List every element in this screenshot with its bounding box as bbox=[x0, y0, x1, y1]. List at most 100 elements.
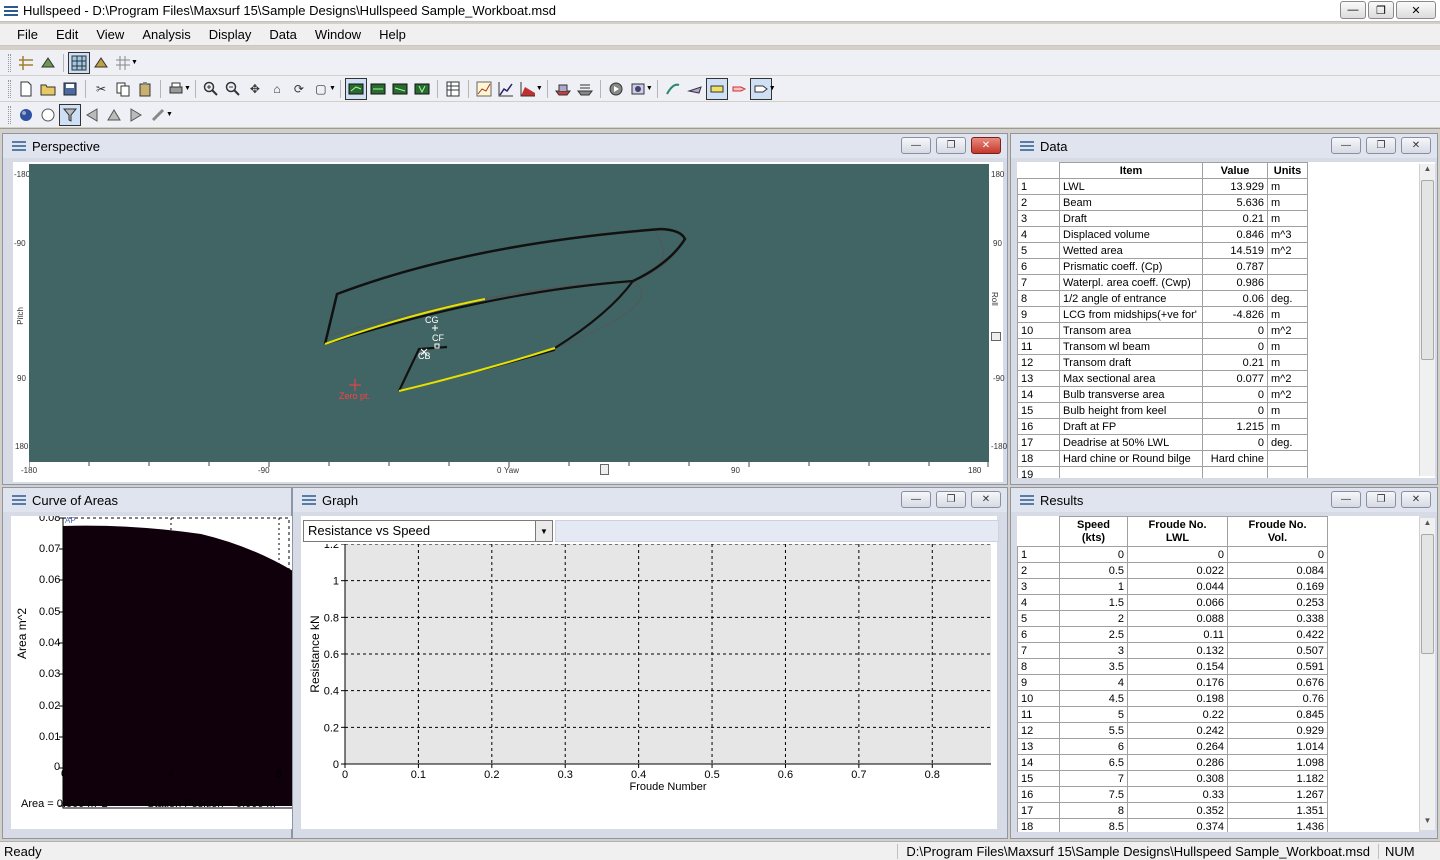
close-button[interactable]: ✕ bbox=[1401, 137, 1431, 154]
table-row[interactable]: 10 4.5 0.198 0.76 bbox=[1017, 690, 1328, 707]
chevron-down-icon[interactable]: ▼ bbox=[329, 85, 336, 92]
table-row[interactable]: 6 2.5 0.11 0.422 bbox=[1017, 626, 1328, 643]
table-row[interactable]: 11 Transom wl beam 0 m bbox=[1017, 338, 1308, 355]
value-cell[interactable]: 0 bbox=[1202, 402, 1268, 419]
menu-file[interactable]: File bbox=[8, 27, 47, 42]
table-row[interactable]: 15 Bulb height from keel 0 m bbox=[1017, 402, 1308, 419]
table-row[interactable]: 5 Wetted area 14.519 m^2 bbox=[1017, 242, 1308, 259]
chevron-down-icon[interactable]: ▼ bbox=[166, 111, 173, 118]
value-cell[interactable]: -4.826 bbox=[1202, 306, 1268, 323]
graph-title-bar[interactable]: Graph bbox=[293, 488, 1007, 512]
restore-button[interactable]: ❐ bbox=[936, 137, 966, 154]
column-header-froude-lwl[interactable]: Froude No. LWL bbox=[1127, 516, 1228, 547]
table-row[interactable]: 15 7 0.308 1.182 bbox=[1017, 770, 1328, 787]
column-header-froude-vol[interactable]: Froude No. Vol. bbox=[1227, 516, 1328, 547]
column-header-units[interactable]: Units bbox=[1267, 162, 1308, 179]
method-holtrop-icon[interactable] bbox=[684, 78, 706, 100]
table-row[interactable]: 2 0.5 0.022 0.084 bbox=[1017, 562, 1328, 579]
menu-edit[interactable]: Edit bbox=[47, 27, 87, 42]
value-cell[interactable]: 0.06 bbox=[1202, 290, 1268, 307]
zoom-out-icon[interactable] bbox=[222, 78, 244, 100]
minimize-button[interactable]: — bbox=[1331, 137, 1361, 154]
menu-window[interactable]: Window bbox=[306, 27, 370, 42]
table-row[interactable]: 3 1 0.044 0.169 bbox=[1017, 578, 1328, 595]
results-scrollbar[interactable]: ▲ ▼ bbox=[1419, 518, 1435, 830]
value-cell[interactable]: 13.929 bbox=[1202, 178, 1268, 195]
triangle-right-icon[interactable] bbox=[125, 104, 147, 126]
chevron-down-icon[interactable]: ▼ bbox=[131, 59, 138, 66]
render-sphere-icon[interactable] bbox=[15, 104, 37, 126]
chevron-down-icon[interactable]: ▼ bbox=[184, 85, 191, 92]
table-row[interactable]: 13 Max sectional area 0.077 m^2 bbox=[1017, 370, 1308, 387]
table-row[interactable]: 12 5.5 0.242 0.929 bbox=[1017, 722, 1328, 739]
minimize-button[interactable]: — bbox=[901, 491, 931, 508]
table-row[interactable]: 10 Transom area 0 m^2 bbox=[1017, 322, 1308, 339]
profile-window-icon[interactable] bbox=[389, 78, 411, 100]
restore-button[interactable]: ❐ bbox=[1368, 1, 1394, 19]
minimize-button[interactable]: — bbox=[1331, 491, 1361, 508]
table-row[interactable]: 12 Transom draft 0.21 m bbox=[1017, 354, 1308, 371]
restore-button[interactable]: ❐ bbox=[1366, 491, 1396, 508]
cut-icon[interactable]: ✂ bbox=[90, 78, 112, 100]
column-header-value[interactable]: Value bbox=[1202, 162, 1268, 179]
value-cell[interactable]: Hard chine bbox=[1202, 450, 1268, 467]
solve-icon[interactable] bbox=[605, 78, 627, 100]
graph-grid-icon[interactable] bbox=[473, 78, 495, 100]
table-row[interactable]: 3 Draft 0.21 m bbox=[1017, 210, 1308, 227]
method-displacement-icon[interactable] bbox=[728, 78, 750, 100]
table-row[interactable]: 14 Bulb transverse area 0 m^2 bbox=[1017, 386, 1308, 403]
minimize-button[interactable]: — bbox=[1340, 1, 1366, 19]
perspective-window-icon[interactable] bbox=[344, 77, 367, 100]
chevron-down-icon[interactable]: ▼ bbox=[536, 85, 543, 92]
render-view-icon[interactable] bbox=[90, 52, 112, 74]
pan-icon[interactable]: ✥ bbox=[244, 78, 266, 100]
new-file-icon[interactable] bbox=[15, 78, 37, 100]
table-row[interactable]: 1 LWL 13.929 m bbox=[1017, 178, 1308, 195]
perspective-title-bar[interactable]: Perspective bbox=[3, 134, 1007, 158]
data-table-icon[interactable] bbox=[442, 78, 464, 100]
value-cell[interactable]: 0 bbox=[1202, 338, 1268, 355]
chevron-down-icon[interactable]: ▼ bbox=[646, 85, 653, 92]
table-row[interactable]: 6 Prismatic coeff. (Cp) 0.787 bbox=[1017, 258, 1308, 275]
value-cell[interactable]: 0.21 bbox=[1202, 354, 1268, 371]
value-cell[interactable]: 0.846 bbox=[1202, 226, 1268, 243]
value-cell[interactable]: 14.519 bbox=[1202, 242, 1268, 259]
table-row[interactable]: 7 Waterpl. area coeff. (Cwp) 0.986 bbox=[1017, 274, 1308, 291]
table-row[interactable]: 5 2 0.088 0.338 bbox=[1017, 610, 1328, 627]
triangle-up-icon[interactable] bbox=[103, 104, 125, 126]
plan-window-icon[interactable] bbox=[367, 78, 389, 100]
triangle-left-icon[interactable] bbox=[81, 104, 103, 126]
close-button[interactable]: ✕ bbox=[971, 137, 1001, 154]
value-cell[interactable]: 1.215 bbox=[1202, 418, 1268, 435]
close-button[interactable]: ✕ bbox=[1396, 1, 1436, 19]
scroll-up-arrow-icon[interactable]: ▲ bbox=[1420, 164, 1435, 178]
value-cell[interactable]: 0.986 bbox=[1202, 274, 1268, 291]
column-header-speed[interactable]: Speed (kts) bbox=[1059, 516, 1128, 547]
minimize-button[interactable]: — bbox=[901, 137, 931, 154]
scroll-down-arrow-icon[interactable]: ▼ bbox=[1420, 816, 1435, 830]
value-cell[interactable]: 0.787 bbox=[1202, 258, 1268, 275]
scroll-thumb[interactable] bbox=[1421, 180, 1434, 360]
menu-display[interactable]: Display bbox=[200, 27, 261, 42]
hull-analysis-icon[interactable] bbox=[552, 78, 574, 100]
column-header-item[interactable]: Item bbox=[1059, 162, 1203, 179]
value-cell[interactable] bbox=[1202, 466, 1268, 478]
graph-type-dropdown[interactable]: Resistance vs Speed ▼ bbox=[303, 520, 553, 542]
value-cell[interactable]: 5.636 bbox=[1202, 194, 1268, 211]
table-row[interactable]: 9 LCG from midships(+ve for' -4.826 m bbox=[1017, 306, 1308, 323]
value-cell[interactable]: 0 bbox=[1202, 386, 1268, 403]
value-cell[interactable]: 0.21 bbox=[1202, 210, 1268, 227]
resistance-chart[interactable]: 0 0.1 0.2 0.3 0.4 0.5 0.6 0.7 0.8 0 0.2 0.4 0.6 0.8 1 1… bbox=[301, 544, 997, 829]
table-row[interactable]: 14 6.5 0.286 1.098 bbox=[1017, 754, 1328, 771]
close-button[interactable]: ✕ bbox=[971, 491, 1001, 508]
scroll-thumb[interactable] bbox=[1421, 534, 1434, 654]
table-row[interactable]: 17 Deadrise at 50% LWL 0 deg. bbox=[1017, 434, 1308, 451]
method-planing-icon[interactable] bbox=[705, 77, 728, 100]
value-cell[interactable]: 0.077 bbox=[1202, 370, 1268, 387]
table-row[interactable]: 9 4 0.176 0.676 bbox=[1017, 674, 1328, 691]
value-cell[interactable]: 0 bbox=[1202, 322, 1268, 339]
table-row[interactable]: 4 1.5 0.066 0.253 bbox=[1017, 594, 1328, 611]
table-row[interactable]: 13 6 0.264 1.014 bbox=[1017, 738, 1328, 755]
paste-icon[interactable] bbox=[134, 78, 156, 100]
table-row[interactable]: 18 Hard chine or Round bilge Hard chine bbox=[1017, 450, 1308, 467]
